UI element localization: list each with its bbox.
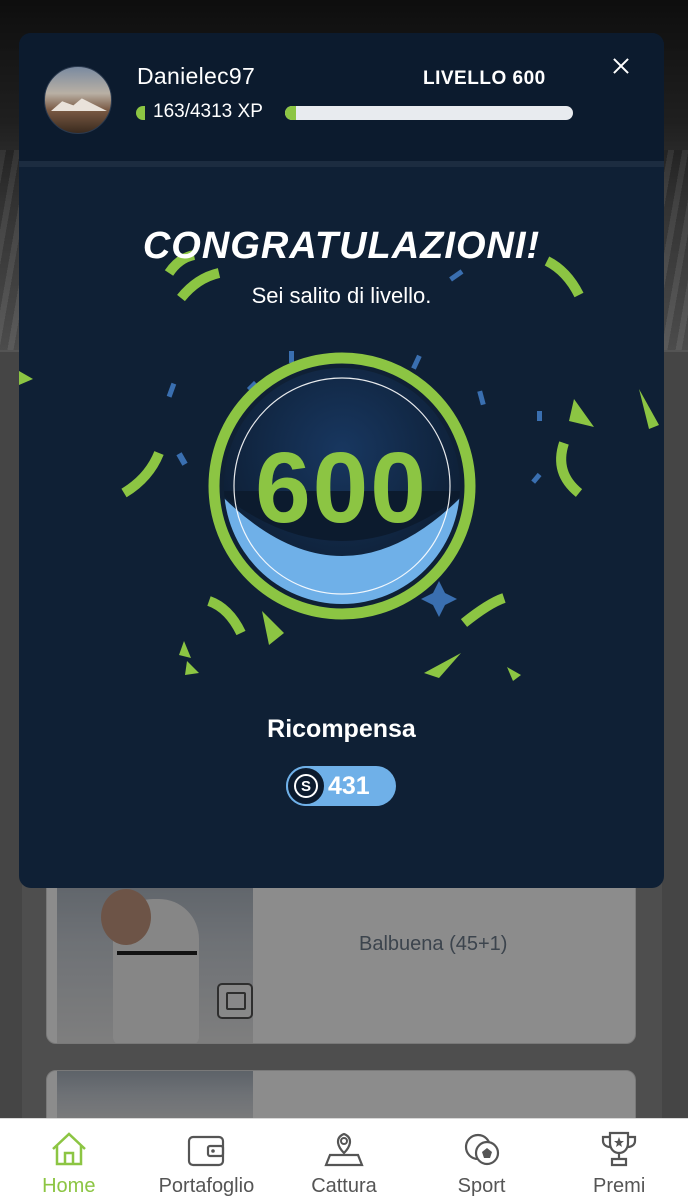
reward-value: 431 [328, 772, 370, 800]
bottom-tab-bar: Home Portafoglio Cattura Sport Premi [0, 1118, 688, 1200]
tab-portafoglio[interactable]: Portafoglio [138, 1119, 276, 1200]
congrats-subtitle: Sei salito di livello. [251, 283, 432, 308]
level-up-modal: Danielec97 163/4313 XP LIVELLO 600 CONGR… [19, 33, 664, 888]
sports-ball-icon [464, 1133, 499, 1166]
tab-label: Cattura [311, 1175, 377, 1197]
congrats-title: CONGRATULAZIONI! [142, 225, 541, 267]
map-pin-icon [324, 1132, 364, 1167]
home-icon [51, 1132, 86, 1166]
confetti-piece [19, 371, 33, 385]
trophy-icon [602, 1131, 637, 1167]
confetti-piece [449, 269, 464, 282]
tab-premi[interactable]: Premi [550, 1119, 688, 1200]
confetti-piece [537, 411, 542, 421]
tab-label: Home [42, 1175, 96, 1197]
confetti-piece [569, 399, 594, 427]
confetti-piece [166, 382, 177, 398]
tab-sport[interactable]: Sport [413, 1119, 551, 1200]
reward-label: Ricompensa [267, 715, 416, 743]
confetti-piece [477, 390, 486, 406]
confetti-piece [639, 389, 659, 429]
level-number: 600 [255, 432, 428, 544]
confetti-piece [507, 667, 521, 681]
tab-label: Sport [457, 1175, 506, 1197]
tab-home[interactable]: Home [0, 1119, 138, 1200]
confetti-piece [424, 653, 461, 678]
confetti-piece [185, 661, 199, 675]
wallet-icon [188, 1135, 225, 1167]
tab-label: Portafoglio [158, 1175, 255, 1197]
coin-icon [286, 766, 326, 806]
reward-badge: 431 [286, 766, 396, 806]
tab-cattura[interactable]: Cattura [275, 1119, 413, 1200]
confetti-piece [179, 641, 191, 658]
tab-label: Premi [593, 1175, 646, 1197]
